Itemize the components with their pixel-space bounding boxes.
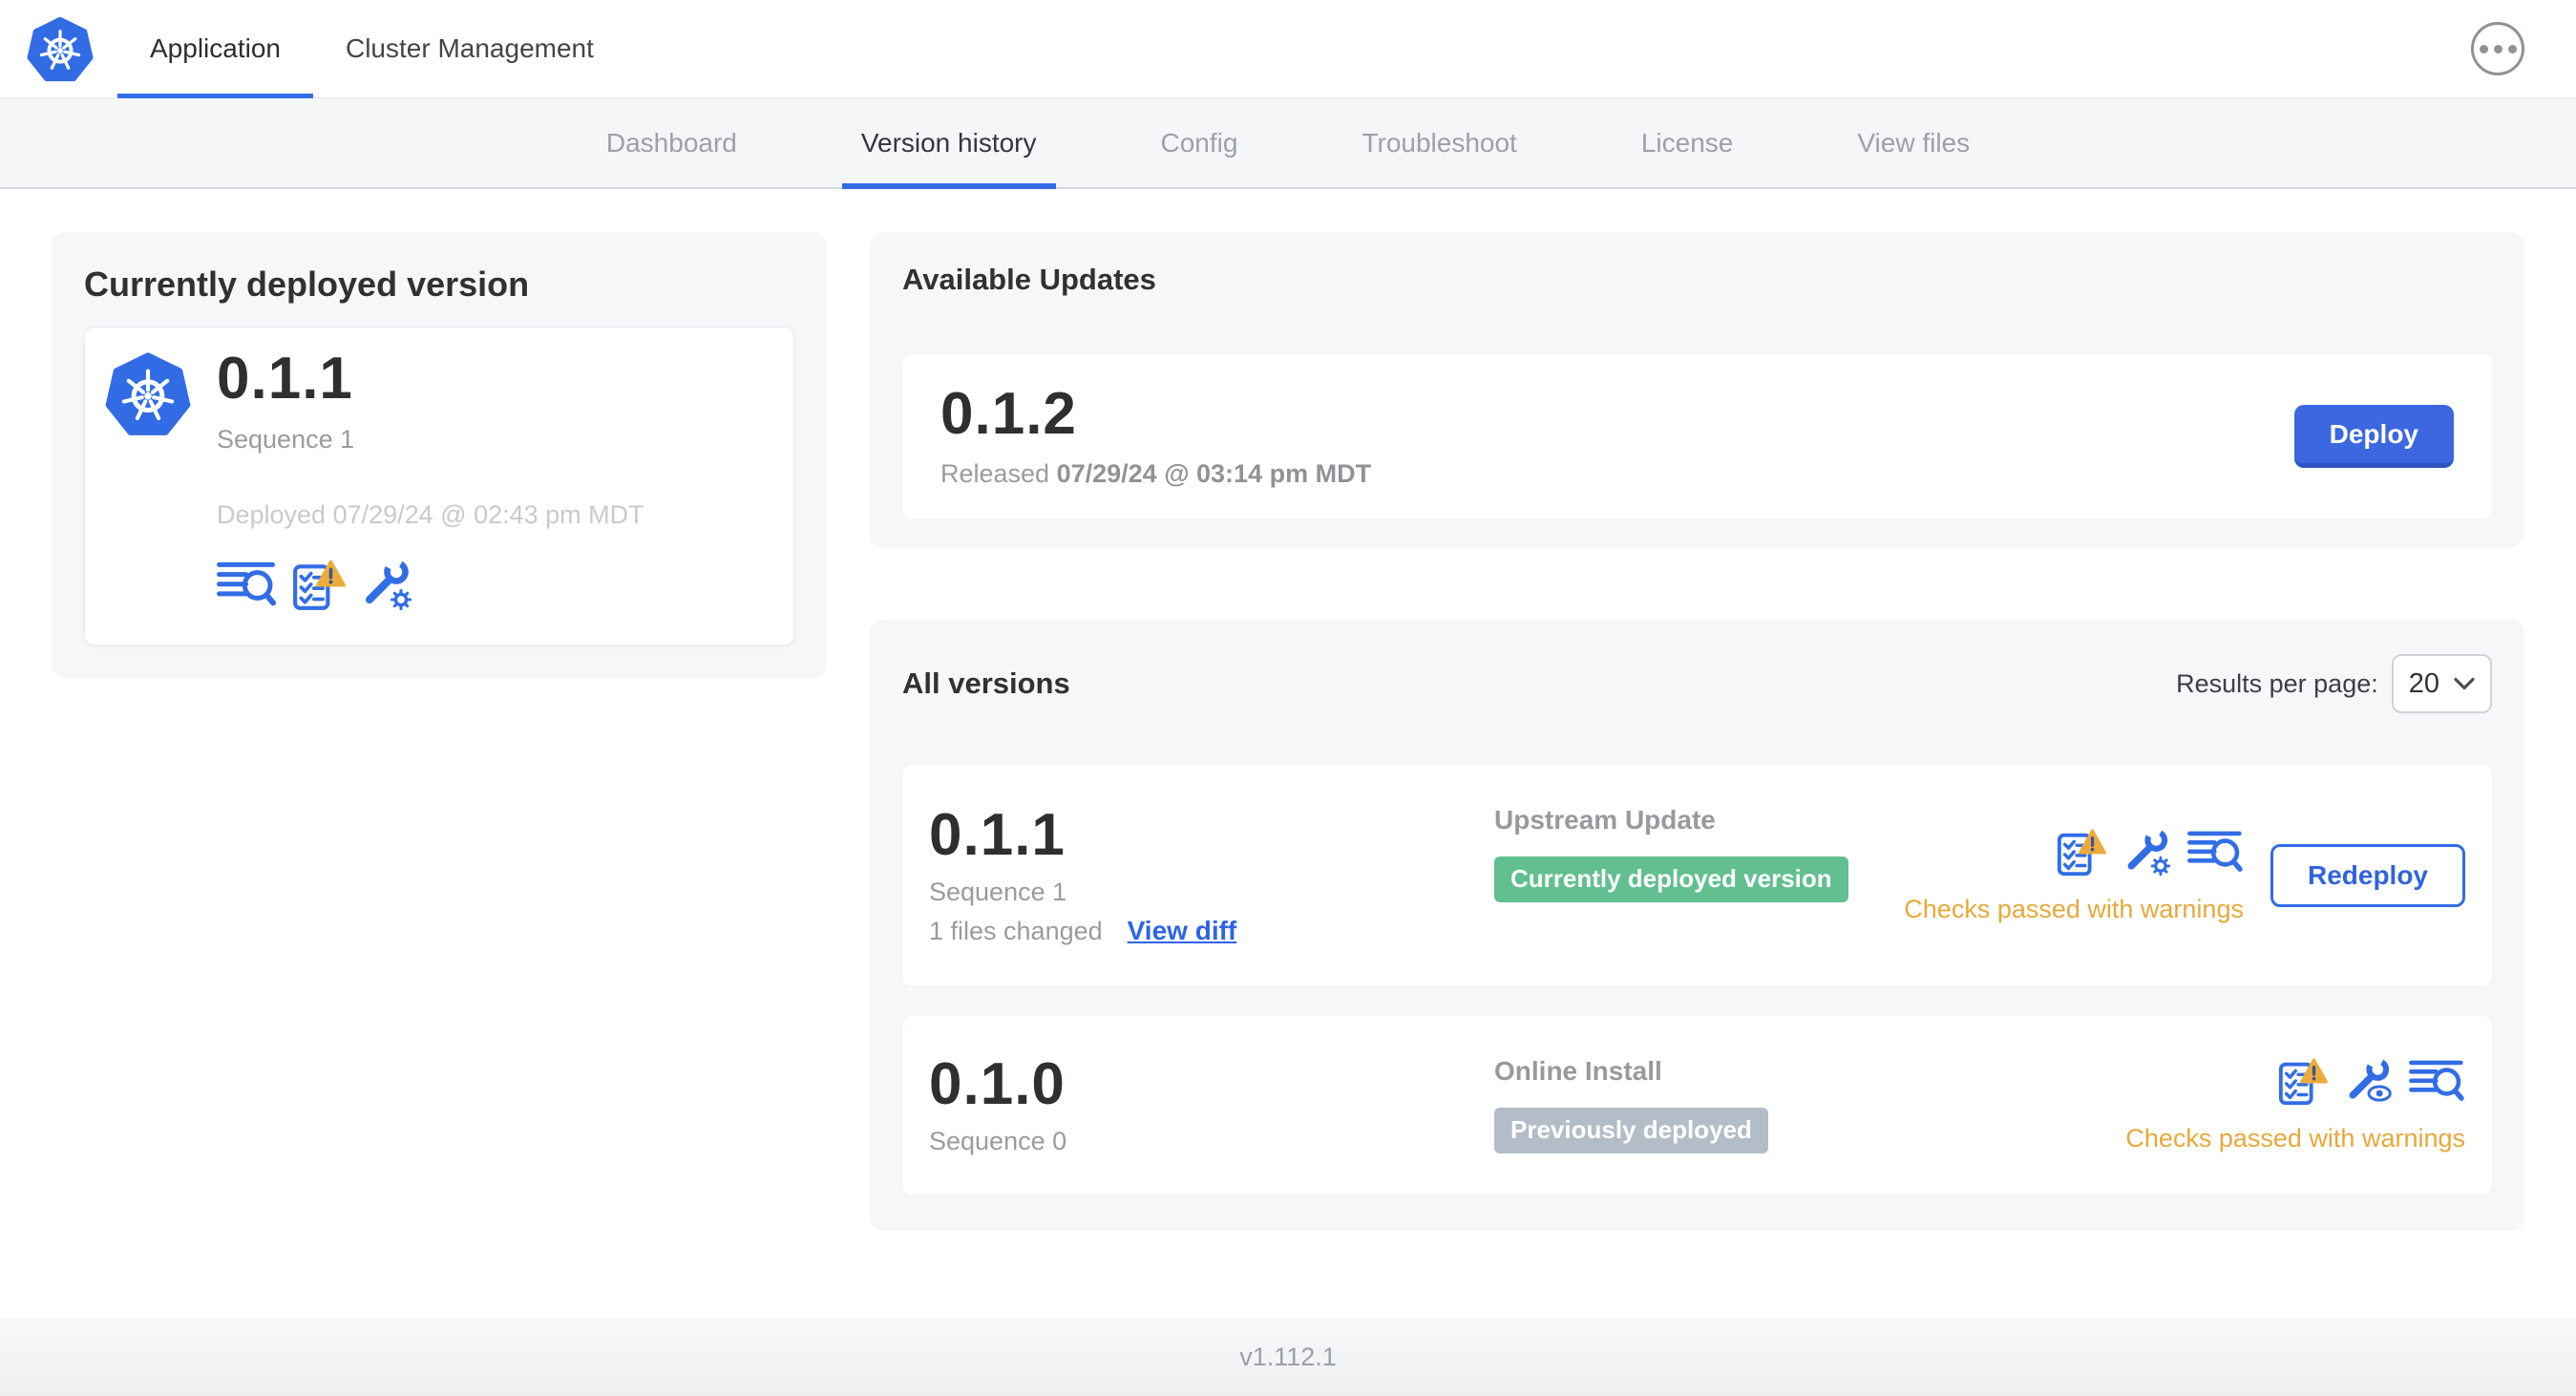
redeploy-button[interactable]: Redeploy [2270,844,2465,907]
current-version-deployed-date: Deployed 07/29/24 @ 02:43 pm MDT [217,500,644,530]
version-sequence: Sequence 1 [929,878,1067,907]
currently-deployed-card: 0.1.1 Sequence 1 Deployed 07/29/24 @ 02:… [84,327,794,646]
all-versions-title: All versions [902,666,1070,700]
kubernetes-app-icon [105,349,191,438]
config-edit-icon[interactable] [2122,828,2172,878]
tab-dashboard[interactable]: Dashboard [587,98,756,187]
checks-block: Checks passed with warnings [1904,828,2244,924]
app-footer: v1.112.1 [0,1318,2576,1396]
dot [2507,44,2517,53]
files-changed: 1 files changed [929,917,1103,946]
version-source: Online Install Previously deployed [1494,1056,2125,1153]
preflight-warning-icon[interactable] [2056,828,2107,878]
kubernetes-logo-icon [27,13,94,84]
available-updates-title: Available Updates [902,263,1156,296]
app-logo [0,0,117,97]
version-actions: Checks passed with warnings [2125,1057,2465,1153]
diff-icon[interactable] [2187,828,2244,878]
app-subnav: Dashboard Version history Config Trouble… [0,98,2576,189]
files-changed-line: 1 files changed View diff [929,916,1494,946]
results-per-page-value: 20 [2408,667,2439,699]
chevron-down-icon [2454,677,2475,690]
version-sequence: Sequence 0 [929,1127,1067,1156]
current-version-actions [217,559,644,612]
tab-view-files[interactable]: View files [1838,98,1989,187]
tab-config[interactable]: Config [1142,98,1257,187]
released-date: 07/29/24 @ 03:14 pm MDT [1056,458,1372,488]
results-per-page-label: Results per page: [2176,668,2378,698]
preflight-warning-icon[interactable] [2277,1057,2329,1107]
version-actions: Checks passed with warnings Redeploy [1904,828,2465,924]
available-update-card: 0.1.2 Released 07/29/24 @ 03:14 pm MDT D… [902,354,2492,518]
current-version-number: 0.1.1 [217,346,353,412]
update-info: 0.1.2 Released 07/29/24 @ 03:14 pm MDT [940,381,1371,489]
current-version-sequence: Sequence 1 [217,425,355,455]
dot [2479,44,2488,53]
tab-application[interactable]: Application [117,0,313,98]
currently-deployed-panel: Currently deployed version 0.1.1 Sequenc… [52,232,827,679]
status-badge: Currently deployed version [1494,857,1848,902]
deploy-button[interactable]: Deploy [2293,405,2454,468]
view-diff-link[interactable]: View diff [1128,916,1237,946]
update-version-number: 0.1.2 [940,381,1077,448]
header-spacer [626,0,2471,97]
source-label: Upstream Update [1494,805,1716,835]
config-view-icon[interactable] [2344,1057,2394,1107]
header-tabs: Application Cluster Management [117,0,626,98]
version-row: 0.1.1 Sequence 1 1 files changed View di… [902,765,2492,986]
results-per-page: Results per page: 20 [2176,654,2492,713]
version-info: 0.1.0 Sequence 0 [929,1051,1494,1156]
currently-deployed-title: Currently deployed version [84,264,530,304]
ellipsis-menu-icon[interactable] [2471,22,2524,75]
diff-icon[interactable] [217,559,278,612]
tab-cluster-management[interactable]: Cluster Management [313,0,626,97]
diff-icon[interactable] [2409,1057,2465,1107]
checks-status: Checks passed with warnings [2125,1124,2465,1153]
main-content: Currently deployed version 0.1.1 Sequenc… [0,189,2576,1318]
tab-version-history[interactable]: Version history [841,98,1056,189]
right-column: Available Updates 0.1.2 Released 07/29/2… [870,232,2524,1232]
version-action-icons [2056,828,2244,878]
dot [2493,44,2502,53]
tab-troubleshoot[interactable]: Troubleshoot [1342,98,1535,187]
released-label: Released [940,458,1050,488]
checks-status: Checks passed with warnings [1904,894,2244,923]
available-updates-panel: Available Updates 0.1.2 Released 07/29/2… [870,232,2524,547]
app-header: Application Cluster Management [0,0,2576,98]
version-source: Upstream Update Currently deployed versi… [1494,805,1904,902]
version-action-icons [2277,1057,2465,1107]
config-edit-icon[interactable] [360,559,413,612]
current-version-info: 0.1.1 Sequence 1 Deployed 07/29/24 @ 02:… [217,346,644,612]
checks-block: Checks passed with warnings [2125,1057,2465,1153]
update-released-date: Released 07/29/24 @ 03:14 pm MDT [940,459,1371,489]
source-label: Online Install [1494,1056,1662,1086]
preflight-warning-icon[interactable] [291,559,347,612]
all-versions-header: All versions Results per page: 20 [902,654,2492,713]
console-version: v1.112.1 [1239,1342,1337,1371]
version-number: 0.1.0 [929,1051,1066,1117]
version-number: 0.1.1 [929,801,1066,868]
tab-license[interactable]: License [1622,98,1753,187]
all-versions-panel: All versions Results per page: 20 0.1.1 … [870,620,2524,1232]
version-info: 0.1.1 Sequence 1 1 files changed View di… [929,801,1494,946]
version-row: 0.1.0 Sequence 0 Online Install Previous… [902,1016,2492,1195]
results-per-page-select[interactable]: 20 [2391,654,2492,713]
status-badge: Previously deployed [1494,1108,1768,1153]
